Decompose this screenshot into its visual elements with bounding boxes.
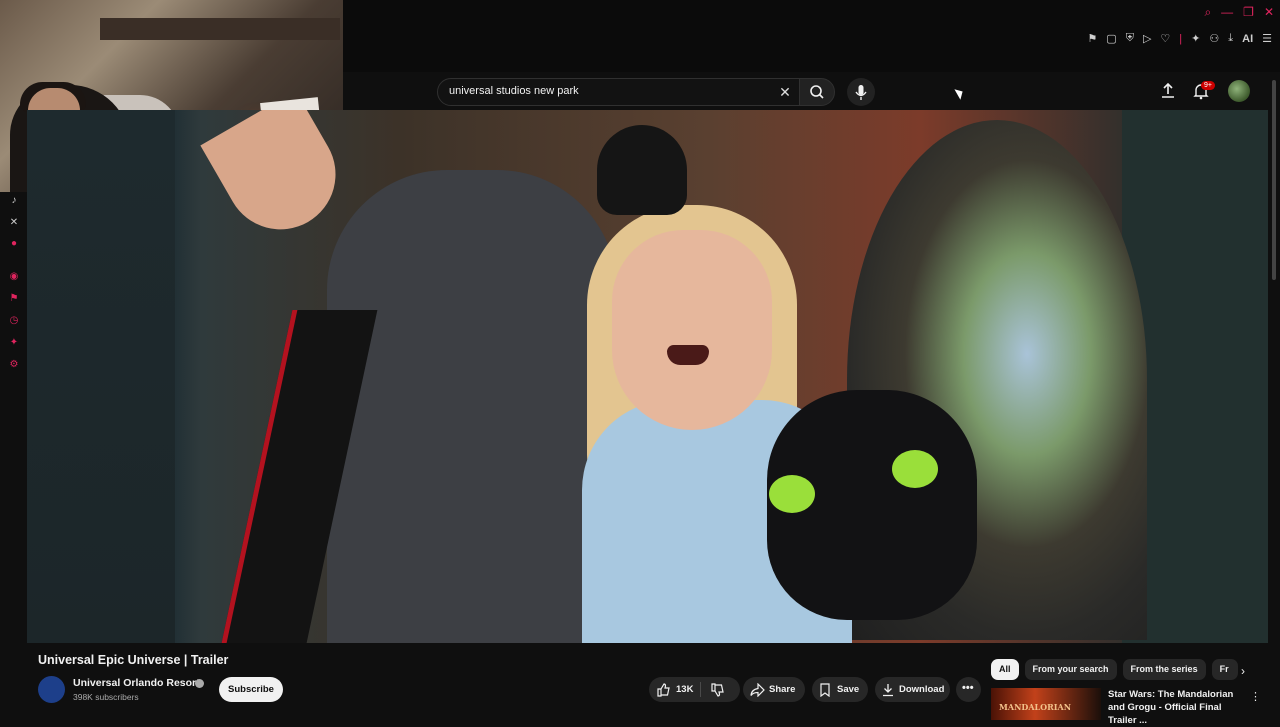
- video-player[interactable]: [27, 110, 1268, 643]
- verified-icon: [195, 679, 204, 688]
- download-label: Download: [899, 684, 945, 695]
- clear-icon[interactable]: ✕: [776, 83, 794, 101]
- search-icon[interactable]: ⌕: [1204, 6, 1211, 18]
- chip-all[interactable]: All: [991, 659, 1019, 680]
- chip-from-the-series[interactable]: From the series: [1122, 659, 1206, 680]
- search-icon: [810, 85, 824, 99]
- extensions-bar: ⚑ ▢ ⛨ ▷ ♡ | ✦ ⚇ ⤓ AI ☰: [1087, 32, 1272, 45]
- bookmark-icon[interactable]: ⚑: [1087, 32, 1097, 45]
- search-input[interactable]: universal studios new park: [449, 85, 579, 97]
- search-bar[interactable]: universal studios new park ✕: [437, 78, 801, 106]
- window-controls: ⌕ — ❐ ✕: [1204, 6, 1274, 18]
- download-icon[interactable]: ⤓: [1228, 32, 1233, 45]
- video-title: Universal Epic Universe | Trailer: [38, 653, 229, 667]
- subscriber-count: 398K subscribers: [73, 692, 139, 702]
- settings-icon[interactable]: ⚙: [8, 359, 20, 371]
- history-icon[interactable]: ◷: [8, 315, 20, 327]
- minimize-icon[interactable]: —: [1221, 6, 1233, 18]
- play-icon[interactable]: ▷: [1143, 32, 1151, 45]
- puzzle-icon[interactable]: ✦: [1191, 32, 1200, 45]
- browser-sidebar: ♪ ✕ ● ◉ ⚑ ◷ ✦ ⚙: [0, 192, 27, 720]
- close-icon[interactable]: ✕: [1264, 6, 1274, 18]
- x-icon[interactable]: ✕: [8, 217, 20, 229]
- extensions-icon[interactable]: ✦: [8, 337, 20, 349]
- share-button[interactable]: Share: [743, 677, 805, 702]
- record-icon[interactable]: ●: [8, 238, 20, 250]
- like-dislike-group: 13K: [649, 677, 740, 702]
- subscribe-button[interactable]: Subscribe: [219, 677, 283, 702]
- save-button[interactable]: Save: [812, 677, 868, 702]
- chevron-right-icon[interactable]: ›: [1236, 664, 1250, 678]
- bookmark-icon: [820, 683, 830, 697]
- separator-icon: |: [1179, 32, 1183, 45]
- recommendation-thumbnail[interactable]: MANDALORIAN: [991, 688, 1101, 720]
- create-button[interactable]: [1158, 81, 1178, 101]
- like-count[interactable]: 13K: [676, 684, 693, 695]
- channel-name[interactable]: Universal Orlando Resort: [73, 677, 200, 689]
- user-icon[interactable]: ⚇: [1209, 32, 1219, 45]
- heart-icon[interactable]: ♡: [1160, 32, 1170, 45]
- mic-icon: [855, 85, 867, 100]
- menu-icon[interactable]: ☰: [1262, 32, 1272, 45]
- chip-from-your-search[interactable]: From your search: [1024, 659, 1117, 680]
- snapshot-icon[interactable]: ▢: [1106, 32, 1116, 45]
- voice-search-button[interactable]: [847, 78, 875, 106]
- thumbs-up-icon: [657, 683, 670, 697]
- restore-icon[interactable]: ❐: [1243, 6, 1254, 18]
- thumbs-down-icon: [711, 683, 724, 697]
- notification-badge: 9+: [1201, 81, 1215, 90]
- search-button[interactable]: [799, 78, 835, 106]
- player-icon[interactable]: ◉: [8, 271, 20, 283]
- scrollbar[interactable]: [1272, 80, 1276, 280]
- shield-icon[interactable]: ⛨: [1126, 32, 1134, 45]
- avatar[interactable]: [1228, 80, 1250, 102]
- chip-truncated[interactable]: Fr: [1211, 659, 1238, 680]
- bookmark-icon[interactable]: ⚑: [8, 293, 20, 305]
- download-button[interactable]: Download: [875, 677, 950, 702]
- filter-chips: All From your search From the series Fr: [991, 659, 1238, 681]
- tiktok-icon[interactable]: ♪: [8, 195, 20, 207]
- more-actions-button[interactable]: •••: [956, 677, 981, 702]
- download-icon: [883, 684, 893, 697]
- more-icon: •••: [962, 682, 974, 694]
- share-label: Share: [769, 684, 796, 695]
- mouse-cursor: [954, 86, 966, 100]
- kebab-menu-icon[interactable]: ⋮: [1250, 690, 1261, 703]
- share-icon: [750, 683, 765, 697]
- channel-avatar[interactable]: [38, 676, 65, 703]
- recommendation-title[interactable]: Star Wars: The Mandalorian and Grogu - O…: [1108, 688, 1248, 727]
- upload-icon: [1162, 82, 1174, 98]
- thumbnail-text: MANDALORIAN: [999, 702, 1072, 712]
- save-label: Save: [837, 684, 860, 695]
- ai-button[interactable]: AI: [1242, 33, 1253, 45]
